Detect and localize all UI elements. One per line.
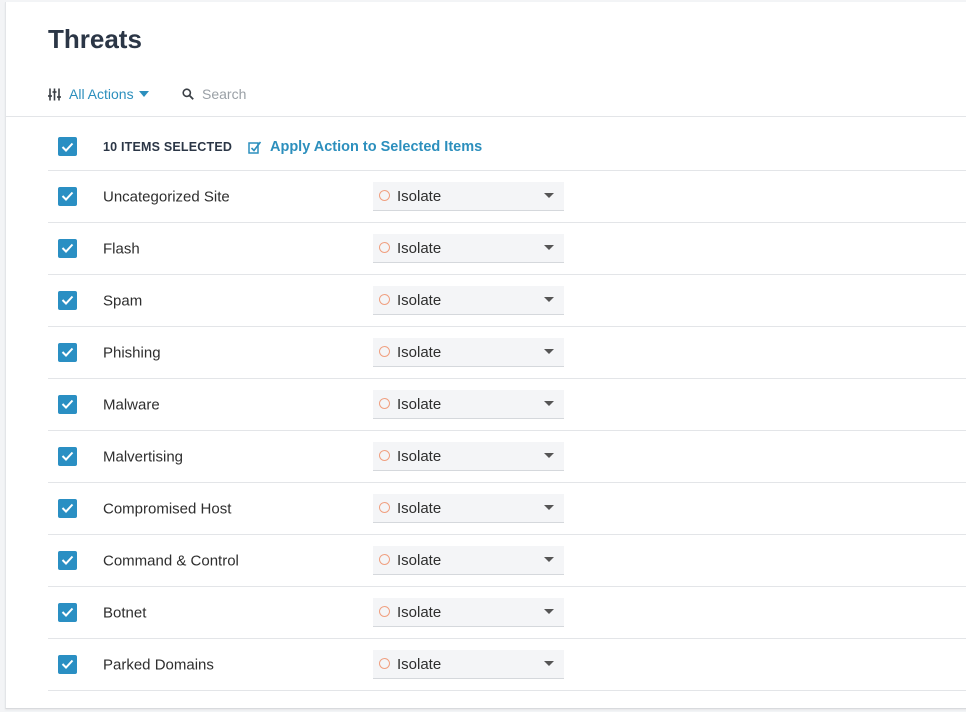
checkmark-icon bbox=[61, 555, 74, 565]
action-select[interactable]: Isolate bbox=[373, 337, 564, 367]
isolate-ring-icon bbox=[379, 657, 390, 669]
chevron-down-icon bbox=[544, 660, 554, 666]
checkmark-icon bbox=[61, 191, 74, 201]
toolbar: All Actions bbox=[6, 74, 966, 117]
table-row: Flash Isolate bbox=[48, 223, 966, 275]
threat-name: Uncategorized Site bbox=[103, 188, 230, 205]
isolate-ring-icon bbox=[379, 605, 390, 617]
page-title: Threats bbox=[48, 24, 142, 54]
action-select-value: Isolate bbox=[397, 187, 442, 205]
row-checkbox[interactable] bbox=[58, 238, 77, 258]
row-checkbox[interactable] bbox=[58, 342, 77, 362]
action-select[interactable]: Isolate bbox=[373, 493, 564, 523]
action-select[interactable]: Isolate bbox=[373, 441, 564, 471]
filter-label: All Actions bbox=[69, 86, 134, 102]
row-checkbox[interactable] bbox=[58, 550, 77, 570]
action-select-value: Isolate bbox=[397, 395, 442, 413]
threat-name: Malware bbox=[103, 396, 160, 413]
action-select-value: Isolate bbox=[397, 239, 442, 257]
threat-name: Flash bbox=[103, 240, 140, 257]
table-row: Malvertising Isolate bbox=[48, 431, 966, 483]
table-row: Botnet Isolate bbox=[48, 587, 966, 639]
selection-header: 10 ITEMS SELECTED Apply Action to Select… bbox=[48, 124, 966, 171]
threat-name: Command & Control bbox=[103, 552, 239, 569]
action-select[interactable]: Isolate bbox=[373, 285, 564, 315]
row-checkbox[interactable] bbox=[58, 446, 77, 466]
action-select-value: Isolate bbox=[397, 499, 442, 517]
chevron-down-icon bbox=[544, 608, 554, 614]
action-select-value: Isolate bbox=[397, 291, 442, 309]
checkmark-icon bbox=[61, 451, 74, 461]
selected-count: 10 ITEMS SELECTED bbox=[103, 140, 233, 154]
row-checkbox[interactable] bbox=[58, 394, 77, 414]
chevron-down-icon bbox=[544, 504, 554, 510]
action-select[interactable]: Isolate bbox=[373, 545, 564, 575]
search-box bbox=[182, 84, 402, 104]
checkmark-icon bbox=[61, 399, 74, 409]
threat-name: Malvertising bbox=[103, 448, 184, 465]
select-all-checkbox[interactable] bbox=[58, 137, 77, 156]
row-checkbox[interactable] bbox=[58, 186, 77, 206]
threat-name: Phishing bbox=[103, 344, 161, 361]
checkmark-icon bbox=[61, 659, 74, 669]
caret-down-icon bbox=[138, 91, 149, 97]
action-select-value: Isolate bbox=[397, 655, 442, 673]
isolate-ring-icon bbox=[379, 397, 390, 409]
isolate-ring-icon bbox=[379, 449, 390, 461]
checkmark-icon bbox=[61, 607, 74, 617]
checkmark-icon bbox=[61, 347, 74, 357]
apply-action-label: Apply Action to Selected Items bbox=[270, 139, 483, 155]
action-select-value: Isolate bbox=[397, 551, 442, 569]
threats-panel: Threats All Actions Search 10 ITEMS SELE… bbox=[5, 2, 966, 709]
table-row: Command & Control Isolate bbox=[48, 535, 966, 587]
chevron-down-icon bbox=[544, 400, 554, 406]
chevron-down-icon bbox=[544, 244, 554, 250]
table-row: Compromised Host Isolate bbox=[48, 483, 966, 535]
isolate-ring-icon bbox=[379, 241, 390, 253]
chevron-down-icon bbox=[544, 296, 554, 302]
chevron-down-icon bbox=[544, 452, 554, 458]
threat-name: Parked Domains bbox=[103, 656, 214, 673]
all-actions-filter[interactable]: All Actions bbox=[48, 84, 149, 104]
row-checkbox[interactable] bbox=[58, 602, 77, 622]
threats-table: 10 ITEMS SELECTED Apply Action to Select… bbox=[48, 124, 966, 691]
isolate-ring-icon bbox=[379, 189, 390, 201]
row-checkbox[interactable] bbox=[58, 290, 77, 310]
checkmark-icon bbox=[61, 243, 74, 253]
checkmark-icon bbox=[61, 295, 74, 305]
action-select-value: Isolate bbox=[397, 447, 442, 465]
action-select-value: Isolate bbox=[397, 603, 442, 621]
isolate-ring-icon bbox=[379, 345, 390, 357]
search-icon bbox=[182, 88, 194, 100]
search-input[interactable] bbox=[202, 86, 402, 102]
action-select-value: Isolate bbox=[397, 343, 442, 361]
action-select[interactable]: Isolate bbox=[373, 389, 564, 419]
table-row: Uncategorized Site Isolate bbox=[48, 171, 966, 223]
apply-action-button[interactable]: Apply Action to Selected Items bbox=[248, 139, 482, 155]
threat-name: Spam bbox=[103, 292, 143, 309]
chevron-down-icon bbox=[544, 348, 554, 354]
isolate-ring-icon bbox=[379, 293, 390, 305]
table-row: Malware Isolate bbox=[48, 379, 966, 431]
row-checkbox[interactable] bbox=[58, 654, 77, 674]
threat-name: Compromised Host bbox=[103, 500, 232, 517]
isolate-ring-icon bbox=[379, 501, 390, 513]
table-row: Phishing Isolate bbox=[48, 327, 966, 379]
sliders-icon bbox=[48, 88, 61, 100]
threat-name: Botnet bbox=[103, 604, 147, 621]
action-select[interactable]: Isolate bbox=[373, 649, 564, 679]
isolate-ring-icon bbox=[379, 553, 390, 565]
chevron-down-icon bbox=[544, 192, 554, 198]
table-row: Parked Domains Isolate bbox=[48, 639, 966, 691]
table-row: Spam Isolate bbox=[48, 275, 966, 327]
action-select[interactable]: Isolate bbox=[373, 181, 564, 211]
action-select[interactable]: Isolate bbox=[373, 233, 564, 263]
action-select[interactable]: Isolate bbox=[373, 597, 564, 627]
checkmark-icon bbox=[61, 142, 74, 152]
threat-list: Uncategorized Site Isolate Flash Isolate Spa… bbox=[48, 171, 966, 691]
chevron-down-icon bbox=[544, 556, 554, 562]
checkmark-icon bbox=[61, 503, 74, 513]
apply-action-icon bbox=[248, 141, 262, 154]
row-checkbox[interactable] bbox=[58, 498, 77, 518]
